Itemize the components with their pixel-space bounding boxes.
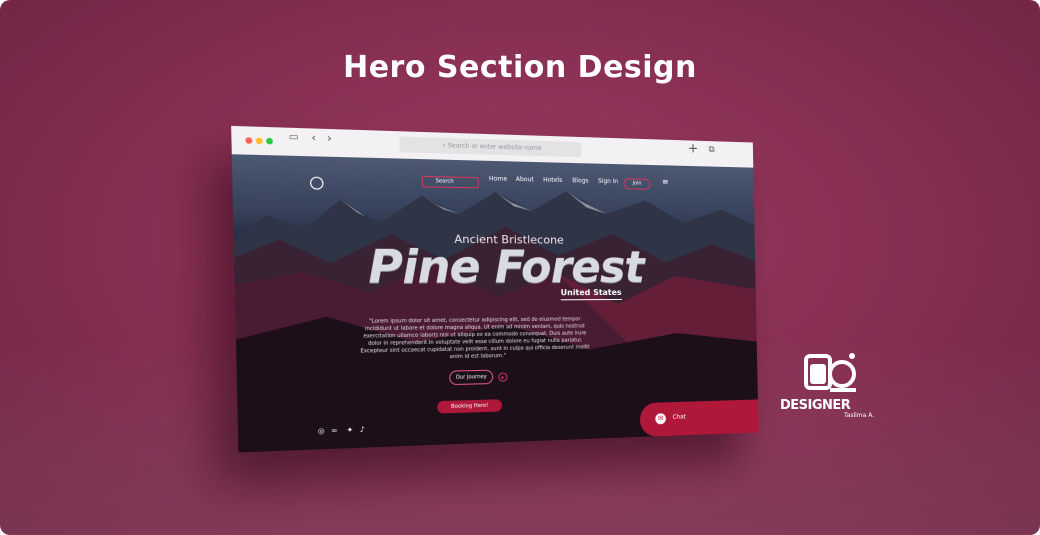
- tiktok-icon[interactable]: ♪: [360, 425, 365, 434]
- nav-hotels[interactable]: Hotels: [543, 176, 562, 184]
- browser-window: ▭ ‹ › ⌕ Search or enter website name + ⧉: [231, 125, 759, 453]
- instagram-icon[interactable]: ◎: [318, 427, 325, 436]
- hero-quote: "Lorem ipsum dolor sit amet, consectetur…: [360, 316, 590, 361]
- address-placeholder: Search or enter website name: [447, 142, 542, 153]
- minimize-window-dot[interactable]: [255, 137, 263, 145]
- site-search-placeholder: Search: [435, 178, 454, 185]
- close-window-dot[interactable]: [245, 137, 253, 144]
- brand-wordmark: DESIGNER: [780, 398, 851, 413]
- hamburger-menu-icon[interactable]: ≡: [662, 177, 669, 186]
- presentation-canvas: Hero Section Design ▭ ‹ › ⌕ Search or en…: [0, 0, 1040, 535]
- brand-author: Taslima A.: [844, 412, 875, 419]
- page-headline: Hero Section Design: [343, 50, 697, 85]
- new-tab-plus-icon[interactable]: +: [688, 141, 699, 156]
- tabs-overview-icon[interactable]: ⧉: [709, 145, 715, 155]
- maximize-window-dot[interactable]: [266, 137, 274, 145]
- our-journey-button[interactable]: Our Journey: [449, 369, 494, 386]
- nav-sign-in[interactable]: Sign In: [598, 178, 618, 185]
- user-profile-icon[interactable]: [309, 176, 324, 190]
- join-button[interactable]: Join: [623, 178, 651, 190]
- forward-arrow-icon[interactable]: ›: [327, 131, 332, 145]
- nav-blogs[interactable]: Blogs: [572, 177, 588, 184]
- hero-title: Pine Forest: [367, 240, 645, 295]
- designer-logo: DESIGNER Taslima A.: [780, 350, 880, 425]
- twitter-icon[interactable]: ✦: [347, 426, 354, 435]
- dg-monogram-icon: [804, 353, 856, 392]
- site-viewport: Search Home About Hotels Blogs Sign In J…: [231, 154, 759, 453]
- address-bar[interactable]: ⌕ Search or enter website name: [399, 136, 582, 158]
- site-search-input[interactable]: Search: [421, 175, 479, 189]
- back-arrow-icon[interactable]: ‹: [311, 131, 316, 145]
- chat-widget[interactable]: ✉ Chat: [639, 399, 759, 437]
- booking-button[interactable]: Booking Here!: [437, 399, 503, 414]
- sidebar-icon[interactable]: ▭: [289, 132, 299, 143]
- hero-location: United States: [560, 287, 622, 301]
- meta-icon[interactable]: ∞: [331, 426, 338, 435]
- chat-label: Chat: [672, 413, 686, 421]
- messenger-icon: ✉: [655, 413, 666, 425]
- nav-about[interactable]: About: [516, 176, 534, 184]
- nav-home[interactable]: Home: [489, 175, 507, 183]
